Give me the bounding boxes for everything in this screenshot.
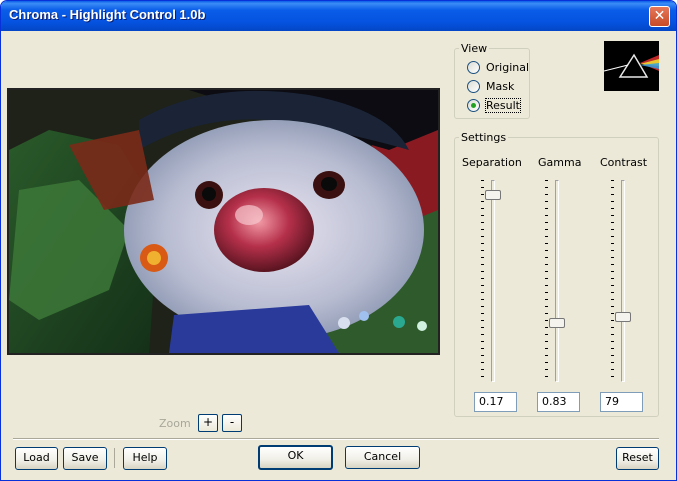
slider-track[interactable] (491, 180, 495, 382)
slider-ticks (611, 180, 616, 382)
cancel-button[interactable]: Cancel (345, 446, 420, 469)
slider-ticks (481, 180, 486, 382)
contrast-slider[interactable] (611, 176, 637, 386)
ok-button[interactable]: OK (258, 445, 333, 470)
radio-result-label: Result (485, 98, 521, 113)
load-button[interactable]: Load (15, 447, 58, 470)
slider-track[interactable] (555, 180, 559, 382)
title-bar[interactable]: Chroma - Highlight Control 1.0b ✕ (1, 1, 676, 31)
radio-result-circle[interactable] (467, 99, 480, 112)
radio-original-label: Original (486, 61, 530, 74)
close-icon[interactable]: ✕ (649, 6, 670, 27)
gamma-slider[interactable] (545, 176, 571, 386)
slider-thumb[interactable] (549, 318, 565, 329)
preview-image (7, 88, 440, 355)
contrast-value-field[interactable]: 79 (600, 392, 643, 412)
app-window: Chroma - Highlight Control 1.0b ✕ View O… (0, 0, 677, 481)
separation-label: Separation (462, 156, 522, 169)
snowman-photo (9, 90, 438, 353)
zoom-label: Zoom (159, 417, 191, 430)
reset-button[interactable]: Reset (616, 447, 659, 470)
separation-slider[interactable] (481, 176, 507, 386)
zoom-out-button[interactable]: - (222, 414, 242, 432)
radio-mask-circle[interactable] (467, 80, 480, 93)
gamma-value-field[interactable]: 0.83 (537, 392, 580, 412)
footer-divider (13, 438, 659, 440)
prism-logo-icon (603, 41, 659, 91)
button-separator (114, 448, 115, 468)
radio-original[interactable]: Original (467, 61, 529, 74)
separation-value-field[interactable]: 0.17 (474, 392, 517, 412)
slider-ticks (545, 180, 550, 382)
settings-legend: Settings (461, 131, 507, 144)
radio-result[interactable]: Result (467, 98, 521, 113)
help-button[interactable]: Help (123, 447, 167, 470)
radio-mask[interactable]: Mask (467, 80, 514, 93)
view-legend: View (461, 42, 488, 55)
contrast-label: Contrast (600, 156, 648, 169)
radio-original-circle[interactable] (467, 61, 480, 74)
radio-mask-label: Mask (486, 80, 515, 93)
slider-thumb[interactable] (485, 189, 501, 200)
slider-track[interactable] (621, 180, 625, 382)
save-button[interactable]: Save (63, 447, 107, 470)
window-title: Chroma - Highlight Control 1.0b (9, 7, 206, 22)
zoom-in-button[interactable]: + (198, 414, 218, 432)
slider-thumb[interactable] (615, 312, 631, 323)
gamma-label: Gamma (538, 156, 582, 169)
